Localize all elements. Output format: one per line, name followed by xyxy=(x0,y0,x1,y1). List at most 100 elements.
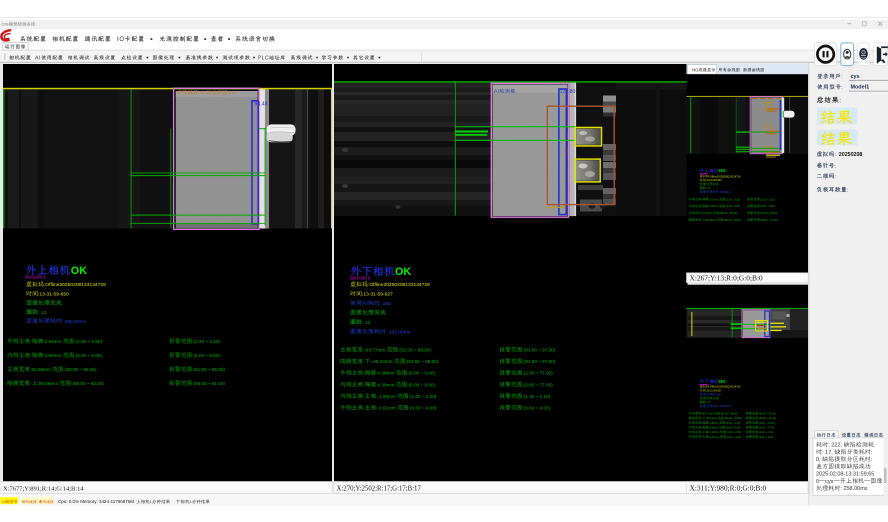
svg-text::(0.00 ~ 9.00): :(0.00 ~ 9.00) xyxy=(407,371,435,376)
svg-text::4.60mm: :4.60mm xyxy=(43,353,61,358)
svg-text::: : xyxy=(835,165,836,170)
svg-text::(89.00 ~ 91.00): :(89.00 ~ 91.00) xyxy=(760,219,778,222)
svg-text:X:7677;Y:891;R:14;G:14;B:14: X:7677;Y:891;R:14;G:14;B:14 xyxy=(3,485,84,492)
svg-text::(94.00 ~ 97.00): :(94.00 ~ 97.00) xyxy=(758,417,776,420)
svg-text:=83.77mm: =83.77mm xyxy=(701,413,713,416)
svg-text::(0.60 ~ 4.00): :(0.60 ~ 4.00) xyxy=(726,436,741,439)
svg-text:=95.24mm: =95.24mm xyxy=(705,417,717,420)
svg-text:: 163.00ms: : 163.00ms xyxy=(386,329,411,335)
svg-text::(82.00 ~ 88.00): :(82.00 ~ 88.00) xyxy=(398,348,431,353)
svg-text::(89.00 ~ 91.00): :(89.00 ~ 91.00) xyxy=(192,381,225,386)
svg-text:2025:02:08-13:31:59:65: 2025:02:08-13:31:59:65 xyxy=(816,472,874,478)
svg-text:cys: cys xyxy=(825,479,833,485)
svg-text:X:311;Y:980;R:0;G:0;B:0: X:311;Y:980;R:0;G:0;B:0 xyxy=(690,483,767,492)
svg-text:: 13: : 13 xyxy=(38,310,46,316)
svg-text::Offline20250208133134728: :Offline20250208133134728 xyxy=(368,282,430,288)
svg-text::: : xyxy=(835,153,836,158)
svg-text:: 165: : 165 xyxy=(380,301,391,307)
svg-text:NG:0;OK:0: NG:0;OK:0 xyxy=(350,275,371,280)
svg-text::(2.00 ~ 77.00): :(2.00 ~ 77.00) xyxy=(523,371,554,376)
svg-text::90.56mm: :90.56mm xyxy=(38,381,59,386)
svg-text::(88.00 ~ 92.00): :(88.00 ~ 92.00) xyxy=(724,219,742,222)
svg-text:123.80: 123.80 xyxy=(560,89,576,95)
svg-text::(0.00 ~ 8.00): :(0.00 ~ 8.00) xyxy=(760,205,775,208)
svg-text::2.91mm: :2.91mm xyxy=(709,198,719,201)
svg-text::Offline20250208133134728: :Offline20250208133134728 xyxy=(709,386,741,389)
svg-text:: 258.00ms: : 258.00ms xyxy=(62,319,87,325)
svg-text::(93.00 ~ 98.00): :(93.00 ~ 98.00) xyxy=(405,359,438,364)
svg-text::4.60mm: :4.60mm xyxy=(709,205,719,208)
svg-text::(2.00 ~ 3.50): :(2.00 ~ 3.50) xyxy=(725,198,740,201)
svg-text:93,48: 93,48 xyxy=(255,102,268,108)
svg-text::(88.00 ~ 92.00): :(88.00 ~ 92.00) xyxy=(71,381,104,386)
svg-text::2.91mm: :2.91mm xyxy=(43,339,61,344)
svg-text:cys: cys xyxy=(851,74,860,80)
svg-text:: 163.00ms: : 163.00ms xyxy=(719,405,732,408)
svg-text::(1.10 ~ 2.10): :(1.10 ~ 2.10) xyxy=(758,431,773,434)
svg-text:: 222,: : 222, xyxy=(828,443,842,449)
svg-text::93,: :93, xyxy=(198,90,205,95)
svg-text::(80.00 ~ 86.00): :(80.00 ~ 86.00) xyxy=(719,212,737,215)
svg-text::(0.00 ~ 9.00): :(0.00 ~ 9.00) xyxy=(407,382,435,387)
svg-text:OK: OK xyxy=(395,266,411,278)
svg-text:: 13: : 13 xyxy=(362,320,370,326)
svg-text::13-31-59-627: :13-31-59-627 xyxy=(362,292,393,298)
svg-text:Model1: Model1 xyxy=(851,85,870,91)
svg-text::(94.00 ~ 97.00): :(94.00 ~ 97.00) xyxy=(523,359,556,364)
svg-text::(81.00 ~ 85.00): :(81.00 ~ 85.00) xyxy=(192,367,225,372)
svg-text::(0.00 ~ 9.00): :(0.00 ~ 9.00) xyxy=(725,426,740,429)
svg-text::: : xyxy=(841,75,842,80)
svg-text:=95.24mm: =95.24mm xyxy=(371,359,393,364)
svg-text:=83.77mm: =83.77mm xyxy=(363,348,385,353)
svg-text::: : xyxy=(841,86,842,91)
svg-text::: : xyxy=(847,189,848,194)
svg-text::(2.20 ~ 3.20): :(2.20 ~ 3.20) xyxy=(192,339,220,344)
svg-text::(2.20 ~ 3.20): :(2.20 ~ 3.20) xyxy=(760,198,775,201)
svg-text::83.05mm: :83.05mm xyxy=(30,367,51,372)
svg-text:Cpu: 0.0% Memory: 3424.4179687: Cpu: 0.0% Memory: 3424.41796875M xyxy=(58,499,134,504)
svg-text::100: :100 xyxy=(227,90,236,95)
svg-text::4.38mm: :4.38mm xyxy=(376,371,394,376)
svg-text:: 165: : 165 xyxy=(715,393,721,396)
svg-text:0: 0 xyxy=(816,479,819,485)
svg-text::83.05mm: :83.05mm xyxy=(701,212,712,215)
svg-text::Offline20250208133134728: :Offline20250208133134728 xyxy=(44,282,106,288)
svg-text:=2.61mm: =2.61mm xyxy=(376,406,396,411)
svg-text::: : xyxy=(835,175,836,180)
svg-text:: 258.00ms: : 258.00ms xyxy=(840,486,867,492)
svg-text:X:267;Y:13;R:0;G:0;B:0: X:267;Y:13;R:0;G:0;B:0 xyxy=(690,273,764,282)
svg-text::(2.00 ~ 77.00): :(2.00 ~ 77.00) xyxy=(758,422,774,425)
svg-text::(0.60 ~ 4.00): :(0.60 ~ 4.00) xyxy=(409,406,437,411)
svg-text:: 17,: : 17, xyxy=(822,450,833,456)
svg-text::(1.00 ~ 2.20): :(1.00 ~ 2.20) xyxy=(726,431,741,434)
svg-text:=1.90mm: =1.90mm xyxy=(709,431,719,434)
svg-text::(0.00 ~ 8.00): :(0.00 ~ 8.00) xyxy=(192,353,220,358)
svg-text::(1.00 ~ 2.20): :(1.00 ~ 2.20) xyxy=(409,394,437,399)
svg-text::(2.00 ~ 77.00): :(2.00 ~ 77.00) xyxy=(523,382,554,387)
svg-text::(82.00 ~ 88.00): :(82.00 ~ 88.00) xyxy=(720,413,738,416)
svg-text::90.56mm: :90.56mm xyxy=(705,219,716,222)
svg-text::(0.60 ~ 4.00): :(0.60 ~ 4.00) xyxy=(523,406,551,411)
svg-text:=1.90mm: =1.90mm xyxy=(376,394,396,399)
svg-text::Offline20250208133134728: :Offline20250208133134728 xyxy=(709,175,741,178)
svg-text:0,: 0, xyxy=(816,457,821,463)
svg-text::(2.00 ~ 77.00): :(2.00 ~ 77.00) xyxy=(758,426,774,429)
svg-text:OK: OK xyxy=(719,379,727,385)
svg-text:: 258.00ms: : 258.00ms xyxy=(719,191,732,194)
svg-text::(1.10 ~ 2.10): :(1.10 ~ 2.10) xyxy=(523,394,551,399)
svg-text::(83.00 ~ 87.00): :(83.00 ~ 87.00) xyxy=(758,413,776,416)
svg-text::4.38mm: :4.38mm xyxy=(709,422,719,425)
svg-text::(0.00 ~ 9.00): :(0.00 ~ 9.00) xyxy=(725,422,740,425)
svg-text:1: 1 xyxy=(150,500,152,504)
svg-text::(93.00 ~ 98.00): :(93.00 ~ 98.00) xyxy=(724,417,742,420)
svg-text:CVS-: CVS- xyxy=(2,23,10,27)
svg-text:X:270;Y:2502;R:17;G:17;B:17: X:270;Y:2502;R:17;G:17;B:17 xyxy=(337,485,422,492)
svg-text:NG:0;OK:1: NG:0;OK:1 xyxy=(25,275,46,280)
svg-text:1: 1 xyxy=(190,500,192,504)
svg-text::13-31-59-650: :13-31-59-650 xyxy=(706,179,722,182)
svg-text::13-31-59-627: :13-31-59-627 xyxy=(706,390,722,393)
svg-text:=2.61mm: =2.61mm xyxy=(709,436,719,439)
svg-text:OK: OK xyxy=(719,168,727,174)
svg-text::4.38mm: :4.38mm xyxy=(709,426,719,429)
svg-text::(2.00 ~ 3.50): :(2.00 ~ 3.50) xyxy=(74,339,102,344)
